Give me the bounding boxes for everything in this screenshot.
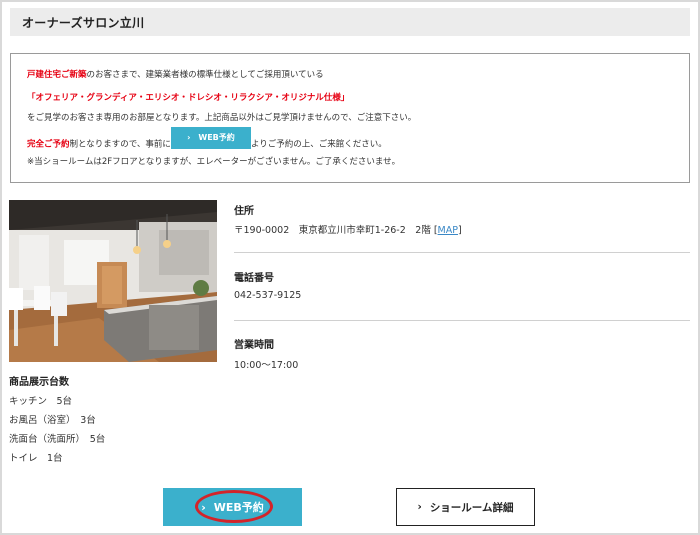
notice-highlight-products: 「オフェリア・グランディア・エリシオ・ドレシオ・リラクシア・オリジナル仕様」 [27, 93, 350, 103]
phone-label: 電話番号 [234, 273, 274, 284]
notice-text: 制となりますので、事前に [69, 139, 171, 150]
display-count-item: トイレ 1台 [9, 453, 63, 464]
notice-box: 戸建住宅ご新築のお客さまで、建築業者様の標準仕様としてご採用頂いている 「オフェ… [10, 53, 690, 183]
notice-line-1: 戸建住宅ご新築のお客さまで、建築業者様の標準仕様としてご採用頂いている [27, 68, 324, 80]
address-label: 住所 [234, 206, 254, 217]
hours-label: 営業時間 [234, 340, 274, 351]
notice-highlight-reservation: 完全ご予約 [27, 139, 70, 150]
display-count-item: 洗面台（洗面所） 5台 [9, 434, 106, 445]
chevron-right-icon: › [187, 133, 191, 142]
notice-text: よりご予約の上、ご来館ください。 [250, 139, 387, 150]
chevron-right-icon: › [417, 501, 422, 513]
display-count-item: キッチン 5台 [9, 396, 73, 407]
showroom-detail-label: ショールーム詳細 [429, 501, 514, 514]
map-link[interactable]: MAP [438, 225, 458, 236]
title-bar: オーナーズサロン立川 [10, 8, 690, 36]
divider [234, 320, 690, 321]
phone-value: 042-537-9125 [234, 290, 302, 301]
notice-line-2: 「オフェリア・グランディア・エリシオ・ドレシオ・リラクシア・オリジナル仕様」 [27, 91, 349, 103]
notice-line-3: をご見学のお客さま専用のお部屋となります。上記商品以外はご見学頂けませんので、ご… [27, 111, 416, 123]
page-title: オーナーズサロン立川 [22, 16, 145, 30]
notice-text: ※当ショールームは2Fフロアとなりますが、エレベーターがございません。ご了承くだ… [27, 157, 401, 167]
display-count-title: 商品展示台数 [9, 377, 69, 388]
hours-value: 10:00〜17:00 [234, 360, 299, 371]
address-text: 〒190-0002 東京都立川市幸町1-26-2 2階 [ [234, 225, 438, 236]
notice-line-4: 完全ご予約制となりますので、事前に › WEB予約よりご予約の上、ご来館ください。 [27, 127, 387, 152]
notice-text: のお客さまで、建築業者様の標準仕様としてご採用頂いている [86, 70, 324, 80]
display-count-item: お風呂（浴室） 3台 [9, 415, 96, 426]
divider [234, 252, 690, 253]
notice-line-5: ※当ショールームは2Fフロアとなりますが、エレベーターがございません。ご了承くだ… [27, 155, 400, 167]
showroom-detail-button[interactable]: › ショールーム詳細 [396, 488, 535, 526]
address-value: 〒190-0002 東京都立川市幸町1-26-2 2階 [MAP] [234, 222, 462, 236]
highlight-oval [195, 490, 273, 523]
inline-web-reservation-label: WEB予約 [198, 133, 235, 142]
inline-web-reservation-button[interactable]: › WEB予約 [170, 127, 251, 149]
showroom-photo [9, 200, 217, 362]
notice-highlight-new-home: 戸建住宅ご新築 [27, 70, 87, 80]
notice-text: をご見学のお客さま専用のお部屋となります。上記商品以外はご見学頂けませんので、ご… [27, 113, 417, 123]
address-bracket: ] [457, 225, 462, 236]
